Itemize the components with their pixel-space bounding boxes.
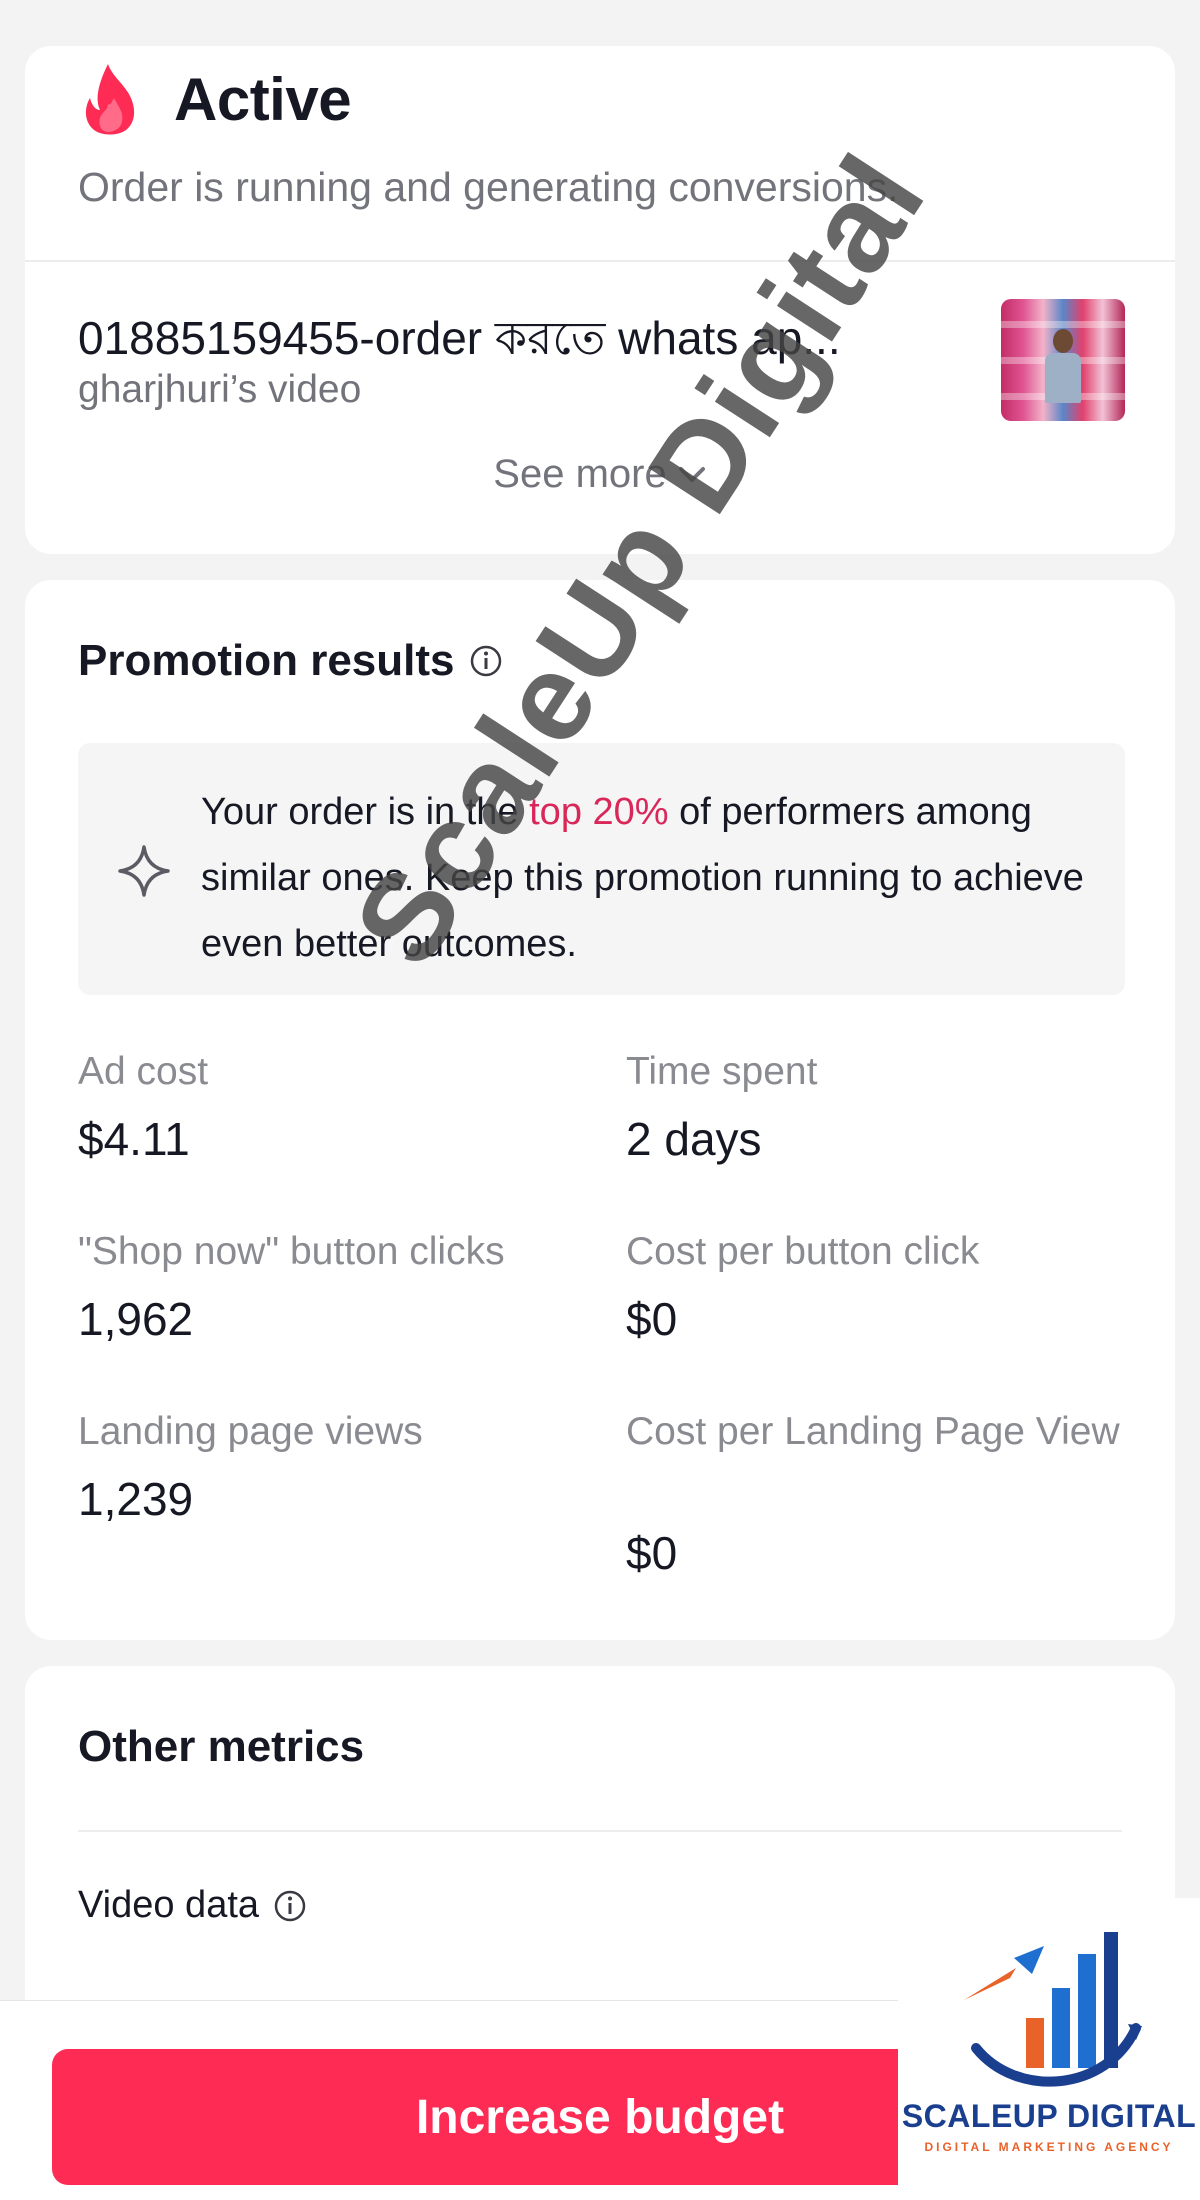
tip-highlight: top 20% <box>529 791 669 833</box>
brand-tagline: DIGITAL MARKETING AGENCY <box>924 2140 1174 2154</box>
metric-cost-per-lpv-value: $0 <box>626 1527 678 1579</box>
sparkle-icon <box>118 845 170 897</box>
divider <box>25 260 1175 262</box>
metric-cost-per-click-label: Cost per button click <box>626 1230 980 1273</box>
status-header: Active <box>78 62 352 136</box>
video-data-label: Video data <box>78 1884 260 1926</box>
tip-prefix: Your order is in the <box>201 791 530 833</box>
metric-time-spent-value: 2 days <box>626 1113 762 1165</box>
see-more-button[interactable]: See more <box>25 452 1175 497</box>
promotion-results-card: Promotion results Your order is in the t… <box>25 580 1175 1640</box>
see-more-label: See more <box>493 452 667 496</box>
video-data-header: Video data <box>78 1884 307 1927</box>
metric-landing-page-views-label: Landing page views <box>78 1410 423 1453</box>
growth-chart-logo-icon <box>964 1932 1142 2087</box>
chevron-down-icon <box>678 467 705 482</box>
promotion-results-title: Promotion results <box>78 636 503 686</box>
other-metrics-title: Other metrics <box>78 1722 365 1771</box>
metric-landing-page-views-value: 1,239 <box>78 1473 194 1525</box>
status-description: Order is running and generating conversi… <box>78 164 899 210</box>
brand-logo: SCALEUP DIGITAL DIGITAL MARKETING AGENCY <box>898 1898 1200 2200</box>
brand-name: SCALEUP DIGITAL <box>901 2098 1197 2134</box>
performance-tip: Your order is in the top 20% of performe… <box>78 743 1125 995</box>
performance-tip-text: Your order is in the top 20% of performe… <box>201 779 1101 977</box>
video-thumbnail[interactable] <box>1001 299 1125 421</box>
metric-cost-per-click-value: $0 <box>626 1293 678 1345</box>
status-title: Active <box>174 65 352 133</box>
flame-icon <box>85 64 135 135</box>
status-card: Active Order is running and generating c… <box>25 46 1175 554</box>
promotion-results-label: Promotion results <box>78 636 455 685</box>
order-subtitle: gharjhuri’s video <box>78 368 362 411</box>
metric-shop-now-clicks-value: 1,962 <box>78 1293 194 1345</box>
metric-cost-per-lpv-label: Cost per Landing Page View <box>626 1410 1120 1453</box>
metric-ad-cost-value: $4.11 <box>78 1113 190 1165</box>
metric-ad-cost-label: Ad cost <box>78 1050 209 1093</box>
info-icon[interactable] <box>469 644 503 678</box>
metric-time-spent-label: Time spent <box>626 1050 818 1093</box>
metric-shop-now-clicks-label: "Shop now" button clicks <box>78 1230 505 1273</box>
divider <box>78 1830 1122 1832</box>
info-icon[interactable] <box>273 1889 307 1923</box>
